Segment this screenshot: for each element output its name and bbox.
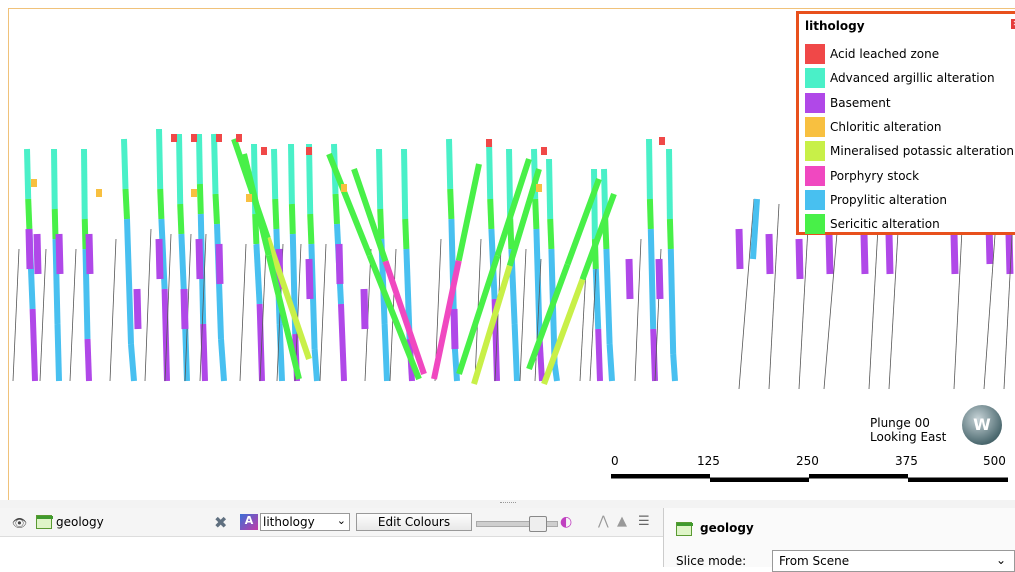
opacity-slider[interactable] <box>476 516 558 532</box>
chevron-down-icon: ⌄ <box>995 553 1006 567</box>
scale-bar <box>611 474 1008 482</box>
scale-tick-500: 500 <box>983 454 1006 468</box>
edit-colours-button[interactable]: Edit Colours <box>356 513 472 531</box>
slice-mode-select[interactable]: From Scene ⌄ <box>772 550 1015 572</box>
colour-by-value: lithology <box>263 515 315 529</box>
scale-tick-125: 125 <box>697 454 720 468</box>
slice-mode-label: Slice mode: <box>676 554 747 568</box>
folder-icon <box>36 515 53 529</box>
slice-mode-value: From Scene <box>779 554 850 568</box>
scale-tick-0: 0 <box>611 454 619 468</box>
chevron-down-icon: ⌄ <box>336 514 346 527</box>
pane-splitter[interactable] <box>0 500 1015 508</box>
paint-icon[interactable]: ◐ <box>560 514 572 530</box>
colour-by-select[interactable]: lithology ⌄ <box>260 513 350 531</box>
list-properties-icon[interactable]: ☰ <box>638 514 650 529</box>
slider-handle[interactable] <box>529 516 547 532</box>
scale-tick-375: 375 <box>895 454 918 468</box>
scene-list-panel: 👁 geology ✖ A lithology ⌄ Edit Colours ◐… <box>0 508 664 567</box>
line-style-icon[interactable]: ⋀ <box>598 514 609 529</box>
object-name[interactable]: geology <box>56 515 104 529</box>
remove-icon[interactable]: ✖ <box>214 513 227 532</box>
object-toolbar: 👁 geology ✖ A lithology ⌄ Edit Colours ◐… <box>0 508 663 537</box>
legend-icon[interactable]: A <box>240 514 258 530</box>
eye-icon[interactable]: 👁 <box>12 516 27 530</box>
scale-tick-250: 250 <box>796 454 819 468</box>
properties-panel: geology Slice mode: From Scene ⌄ <box>664 508 1015 572</box>
text-style-icon[interactable]: ▲ <box>617 514 627 529</box>
properties-title: geology <box>700 521 754 535</box>
folder-icon <box>676 522 693 536</box>
